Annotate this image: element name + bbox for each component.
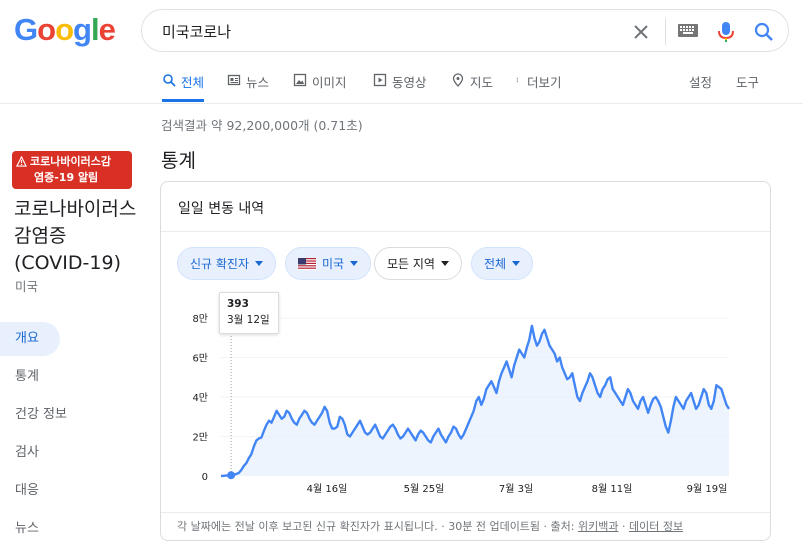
google-logo[interactable]: Google [14, 12, 116, 48]
x-tick-label: 5월 25일 [404, 483, 445, 495]
x-tick-label: 8월 11일 [592, 483, 633, 495]
stats-card: 일일 변동 내역 신규 확진자 미국 모든 지역 전체 0 2만 4만 6만 8만 4월 … [160, 181, 771, 541]
covid-alert-button[interactable]: 코로나바이러스감 염증-19 알림 [12, 151, 132, 189]
keyboard-icon[interactable] [677, 22, 699, 40]
entity-title: 코로나바이러스 감염증 (COVID-19) [14, 198, 137, 274]
logo-letter: o [37, 12, 56, 47]
warning-icon [16, 156, 27, 167]
tooltip-value: 393 [227, 298, 249, 310]
y-tick-label: 8만 [192, 313, 208, 325]
card-title: 일일 변동 내역 [178, 201, 265, 217]
logo-letter: l [90, 12, 100, 47]
tab-label: 더보기 [527, 75, 562, 90]
tab-videos[interactable]: 동영상 [373, 72, 427, 102]
card-footer: 각 날짜에는 전날 이후 보고된 신규 확진자가 표시됩니다. · 30분 전 … [177, 518, 683, 534]
highlight-point [227, 471, 236, 480]
divider [161, 231, 770, 232]
side-nav-news[interactable]: 뉴스 [0, 512, 60, 546]
logo-letter: o [55, 12, 74, 47]
tab-label: 이미지 [312, 75, 347, 90]
alert-line-2: 염증-19 알림 [34, 171, 99, 184]
chevron-down-icon [350, 261, 359, 266]
alert-line-1: 코로나바이러스감 [30, 155, 111, 168]
search-icon[interactable] [752, 20, 776, 44]
period-dropdown[interactable]: 전체 [471, 247, 534, 280]
search-input[interactable] [162, 20, 582, 42]
clear-icon[interactable] [629, 20, 653, 44]
entity-subtitle: 미국 [15, 279, 39, 294]
country-dropdown[interactable]: 미국 [285, 247, 372, 280]
footer-sep: · [618, 520, 629, 533]
x-tick-label: 4월 16일 [307, 483, 348, 495]
chip-label: 모든 지역 [387, 257, 435, 271]
chevron-down-icon [440, 261, 449, 266]
news-icon [227, 74, 241, 86]
chip-label: 미국 [322, 257, 345, 271]
tools-link[interactable]: 도구 [736, 72, 759, 102]
tab-label: 뉴스 [246, 75, 270, 90]
section-title: 통계 [161, 150, 196, 172]
tab-label: 동영상 [392, 75, 427, 90]
chevron-down-icon [255, 261, 264, 266]
y-tick-label: 4만 [192, 392, 208, 404]
data-info-link[interactable]: 데이터 정보 [629, 520, 683, 533]
map-pin-icon [452, 73, 464, 87]
tab-label: 지도 [470, 75, 494, 90]
tab-label: 전체 [181, 75, 205, 90]
logo-letter: e [98, 12, 116, 47]
video-icon [373, 73, 387, 87]
microphone-icon[interactable] [715, 20, 737, 44]
divider [665, 18, 666, 45]
logo-letter: G [14, 12, 38, 47]
chip-label: 전체 [484, 257, 507, 271]
y-tick-label: 2만 [192, 432, 208, 444]
side-nav-overview[interactable]: 개요 [0, 322, 60, 356]
x-tick-label: 9월 19일 [687, 483, 728, 495]
result-stats: 검색결과 약 92,200,000개 (0.71초) [161, 118, 363, 133]
tab-news[interactable]: 뉴스 [227, 72, 269, 102]
chip-label: 신규 확진자 [190, 257, 250, 271]
side-nav-testing[interactable]: 검사 [0, 436, 60, 470]
tab-more[interactable]: 더보기 [516, 72, 562, 102]
search-icon [163, 74, 176, 87]
tab-maps[interactable]: 지도 [451, 72, 493, 102]
y-tick-label: 6만 [192, 353, 208, 365]
image-icon [293, 73, 307, 87]
chevron-down-icon [512, 261, 521, 266]
us-flag-icon [298, 257, 316, 270]
chart-tooltip: 393 3월 12일 [219, 292, 279, 334]
search-box [141, 9, 789, 52]
tools-label: 도구 [736, 75, 760, 90]
tab-images[interactable]: 이미지 [293, 72, 347, 102]
x-tick-label: 7월 3일 [499, 483, 533, 495]
side-nav-stats[interactable]: 통계 [0, 360, 60, 394]
wikipedia-link[interactable]: 위키백과 [578, 520, 618, 533]
more-vert-icon [516, 77, 518, 83]
divider [161, 512, 770, 513]
region-dropdown[interactable]: 모든 지역 [374, 247, 462, 280]
tab-all[interactable]: 전체 [162, 72, 205, 102]
metric-dropdown[interactable]: 신규 확진자 [177, 247, 277, 280]
side-nav-response[interactable]: 대응 [0, 474, 60, 508]
tooltip-date: 3월 12일 [227, 314, 270, 326]
settings-label: 설정 [689, 75, 713, 90]
y-tick-label: 0 [202, 472, 208, 483]
footer-text: 각 날짜에는 전날 이후 보고된 신규 확진자가 표시됩니다. · 30분 전 … [177, 520, 578, 533]
side-nav-health[interactable]: 건강 정보 [0, 398, 90, 432]
settings-link[interactable]: 설정 [689, 72, 712, 102]
search-tabs: 전체 뉴스 이미지 동영상 지도 더보기 설정 도구 [0, 62, 803, 104]
logo-letter: g [73, 12, 92, 47]
